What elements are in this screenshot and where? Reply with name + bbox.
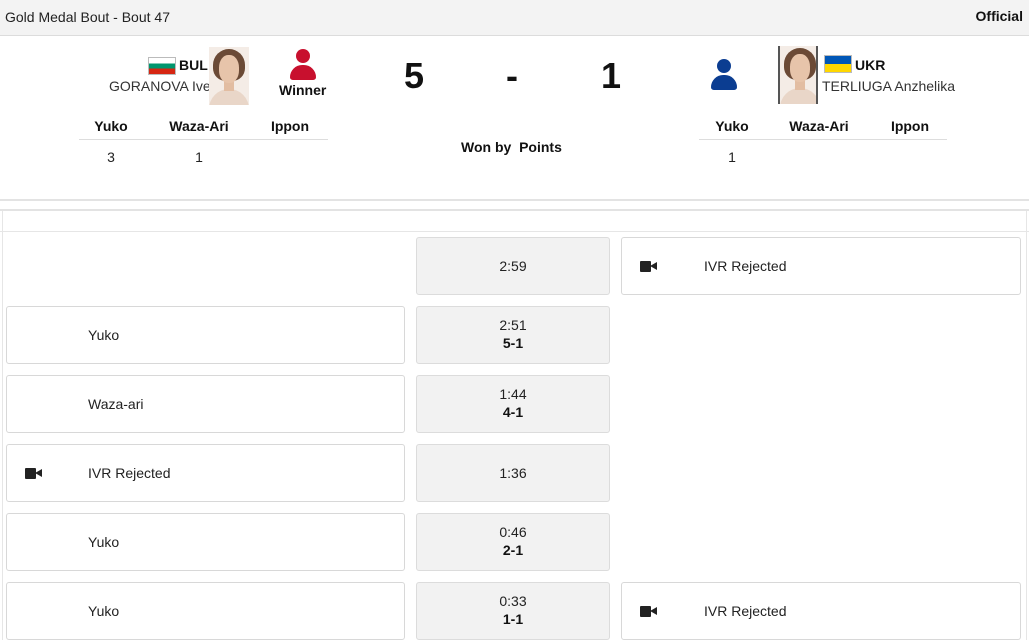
timeline-time-cell[interactable]: 2:51 5-1	[416, 306, 610, 364]
video-camera-icon	[25, 468, 42, 479]
waza-ari-header: Waza-Ari	[789, 118, 849, 134]
left-event-card[interactable]: Yuko	[6, 306, 405, 364]
section-divider	[0, 199, 1029, 211]
running-score: 2-1	[502, 542, 524, 558]
top-bar: Gold Medal Bout - Bout 47 Official	[0, 0, 1029, 36]
event-action: Yuko	[88, 327, 120, 343]
bout-title: Gold Medal Bout - Bout 47	[5, 9, 170, 25]
left-athlete-name: GORANOVA Ivet	[109, 78, 215, 94]
timeline-time-cell[interactable]: 0:33 1-1	[416, 582, 610, 640]
timeline-time-cell[interactable]: 1:36	[416, 444, 610, 502]
right-event-card[interactable]: IVR Rejected	[621, 582, 1021, 640]
event-time: 0:33	[499, 593, 527, 609]
left-event-card[interactable]: Yuko	[6, 513, 405, 571]
left-score: 5	[404, 55, 425, 96]
blue-athlete-icon	[709, 59, 739, 93]
timeline-time-cell[interactable]: 2:59	[416, 237, 610, 295]
left-border	[2, 211, 3, 640]
video-camera-icon	[640, 261, 657, 272]
event-action: IVR Rejected	[704, 258, 787, 274]
video-camera-icon	[640, 606, 657, 617]
running-score: 1-1	[502, 611, 524, 627]
event-action: Yuko	[88, 603, 120, 619]
red-athlete-icon	[288, 49, 318, 83]
result-text: Won by Points	[461, 139, 562, 155]
event-time: 2:51	[499, 317, 527, 333]
ippon-header: Ippon	[890, 118, 930, 134]
event-time: 2:59	[499, 258, 527, 274]
left-event-card[interactable]: Waza-ari	[6, 375, 405, 433]
running-score: 4-1	[502, 404, 524, 420]
left-score-table: Yuko Waza-Ari Ippon 3 1	[79, 116, 328, 176]
event-action: IVR Rejected	[88, 465, 171, 481]
ippon-header: Ippon	[270, 118, 310, 134]
scoreboard-header: BUL GORANOVA Ivet Winner 5 - 1 UKR TERLI…	[0, 37, 1029, 199]
right-yuko-count: 1	[728, 149, 736, 165]
waza-ari-header: Waza-Ari	[169, 118, 229, 134]
event-time: 0:46	[499, 524, 527, 540]
right-border	[1026, 211, 1027, 640]
left-event-card[interactable]: Yuko	[6, 582, 405, 640]
event-action: IVR Rejected	[704, 603, 787, 619]
winner-label: Winner	[279, 82, 327, 98]
event-action: Waza-ari	[88, 396, 144, 412]
right-event-card[interactable]: IVR Rejected	[621, 237, 1021, 295]
won-by-label: Won by	[461, 139, 512, 155]
timeline-time-cell[interactable]: 1:44 4-1	[416, 375, 610, 433]
left-event-card[interactable]: IVR Rejected	[6, 444, 405, 502]
yuko-header: Yuko	[715, 118, 749, 134]
event-time: 1:44	[499, 386, 527, 402]
left-athlete-noc: BUL	[179, 57, 208, 73]
right-score: 1	[601, 55, 622, 96]
left-waza-ari-count: 1	[195, 149, 203, 165]
event-time: 1:36	[499, 465, 527, 481]
right-athlete-name: TERLIUGA Anzhelika	[822, 78, 956, 94]
left-athlete-photo[interactable]	[209, 47, 249, 105]
left-yuko-count: 3	[107, 149, 115, 165]
right-athlete-noc: UKR	[855, 57, 886, 73]
bout-status: Official	[975, 8, 1023, 24]
timeline-time-cell[interactable]: 0:46 2-1	[416, 513, 610, 571]
win-method: Points	[519, 139, 562, 155]
timeline-top-rule	[0, 231, 1029, 232]
right-score-table: Yuko Waza-Ari Ippon 1	[699, 116, 947, 176]
running-score: 5-1	[502, 335, 524, 351]
event-action: Yuko	[88, 534, 120, 550]
ukraine-flag-icon	[824, 55, 852, 73]
bulgaria-flag-icon	[148, 57, 176, 75]
score-separator: -	[506, 55, 518, 96]
yuko-header: Yuko	[94, 118, 128, 134]
right-athlete-photo[interactable]	[778, 46, 818, 104]
